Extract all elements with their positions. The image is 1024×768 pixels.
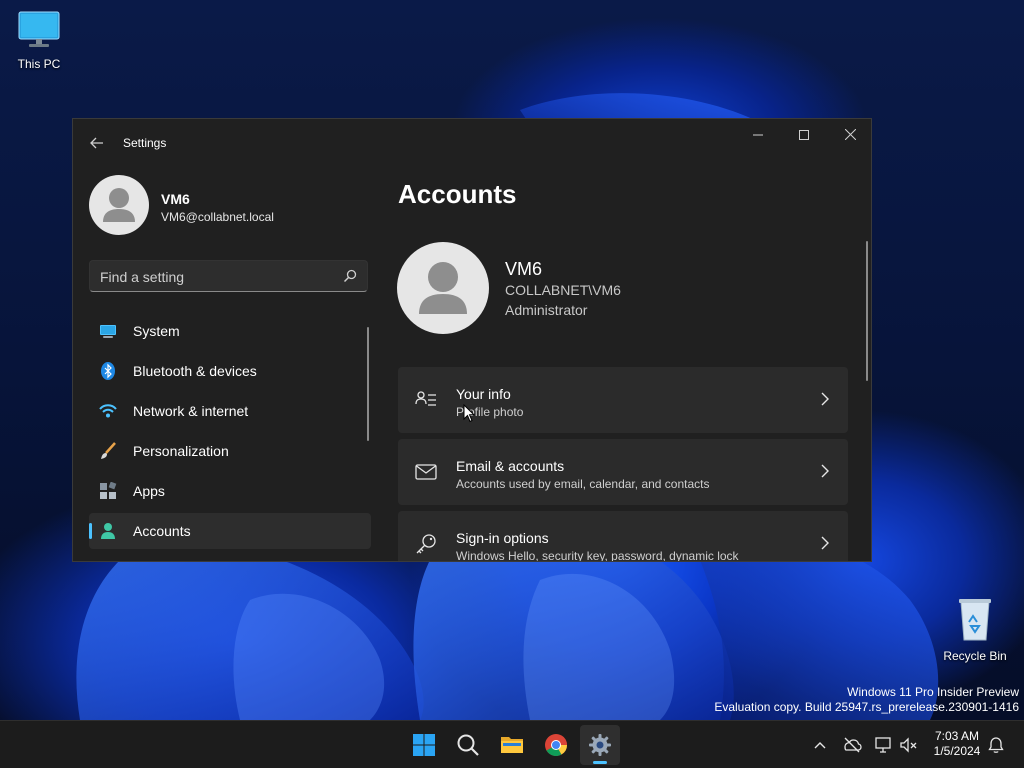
user-placeholder-icon [103, 188, 135, 222]
nav-scrollbar[interactable] [367, 327, 369, 441]
folder-icon [501, 737, 523, 753]
maximize-icon [799, 129, 809, 140]
start-button[interactable] [404, 725, 444, 765]
bluetooth-icon [101, 362, 115, 380]
system-clock[interactable]: 7:03 AM 1/5/2024 [926, 729, 988, 759]
clock-date: 1/5/2024 [933, 744, 981, 758]
nav-item-network-internet[interactable]: Network & internet [89, 393, 371, 429]
chrome-icon [545, 734, 567, 756]
notification-bell-icon[interactable] [986, 735, 1006, 755]
chevron-right-icon [821, 392, 829, 406]
minimize-button[interactable] [735, 119, 781, 151]
desktop-icon-this-pc[interactable]: This PC [1, 10, 77, 71]
nav-item-label: Apps [133, 483, 165, 499]
nav-item-label: Network & internet [133, 403, 249, 419]
settings-search-box[interactable] [89, 260, 368, 292]
watermark-line-2: Evaluation copy. Build 25947.rs_prerelea… [714, 700, 1019, 714]
close-button[interactable] [827, 119, 871, 151]
desktop-icon-label: This PC [17, 57, 61, 71]
close-icon [844, 128, 856, 141]
nav-item-label: System [133, 323, 180, 339]
nav-item-bluetooth-devices[interactable]: Bluetooth & devices [89, 353, 371, 389]
nav-item-system[interactable]: System [89, 313, 371, 349]
gear-icon [589, 734, 611, 756]
network-icon[interactable] [873, 735, 893, 755]
mouse-cursor-icon [463, 404, 475, 423]
monitor-icon [18, 11, 60, 47]
card-subtitle: Windows Hello, security key, password, d… [456, 549, 739, 562]
card-title: Email & accounts [456, 458, 565, 474]
volume-muted-icon[interactable] [899, 735, 919, 755]
content-scrollbar[interactable] [866, 241, 868, 381]
desktop-icon-label: Recycle Bin [943, 649, 1007, 663]
profile-avatar[interactable] [89, 175, 149, 235]
account-domain: COLLABNET\VM6 [505, 282, 621, 298]
recycle-bin-icon [959, 599, 991, 641]
nav-item-label: Bluetooth & devices [133, 363, 257, 379]
user-placeholder-icon [419, 262, 467, 314]
card-email-accounts[interactable]: Email & accounts Accounts used by email,… [398, 439, 848, 505]
windows-start-icon [413, 734, 435, 756]
desktop-icon-recycle-bin[interactable]: Recycle Bin [937, 596, 1013, 663]
onedrive-offline-icon[interactable] [842, 735, 862, 755]
mail-icon [415, 464, 437, 480]
window-title: Settings [123, 136, 167, 150]
accounts-icon [101, 523, 115, 539]
account-name: VM6 [505, 259, 543, 279]
wifi-icon [99, 404, 117, 418]
person-info-icon [415, 391, 436, 406]
profile-email: VM6@collabnet.local [161, 210, 274, 224]
settings-taskbar-button[interactable] [580, 725, 620, 765]
taskbar-search-button[interactable] [448, 725, 488, 765]
brush-icon [101, 442, 116, 459]
active-indicator [89, 523, 92, 539]
settings-nav: System Bluetooth & devices Network & int… [89, 313, 371, 553]
maximize-button[interactable] [781, 119, 827, 151]
running-indicator [593, 761, 607, 764]
nav-item-accounts[interactable]: Accounts [89, 513, 371, 549]
chevron-up-icon[interactable] [810, 735, 830, 755]
nav-item-personalization[interactable]: Personalization [89, 433, 371, 469]
file-explorer-button[interactable] [492, 725, 532, 765]
nav-item-label: Personalization [133, 443, 229, 459]
search-input[interactable] [100, 267, 330, 287]
card-title: Your info [456, 386, 511, 402]
minimize-icon [753, 134, 763, 136]
account-avatar[interactable] [397, 242, 489, 334]
watermark-line-1: Windows 11 Pro Insider Preview [847, 685, 1019, 699]
chrome-button[interactable] [536, 725, 576, 765]
nav-item-apps[interactable]: Apps [89, 473, 371, 509]
apps-icon [100, 482, 117, 499]
account-role: Administrator [505, 302, 588, 318]
page-title: Accounts [398, 179, 517, 209]
chevron-right-icon [821, 536, 829, 550]
card-subtitle: Accounts used by email, calendar, and co… [456, 477, 710, 491]
key-icon [416, 534, 436, 554]
profile-name: VM6 [161, 191, 190, 207]
settings-window: Settings VM6 VM6@collabnet.local Find a … [72, 118, 872, 562]
search-icon[interactable] [343, 269, 357, 283]
chevron-right-icon [821, 464, 829, 478]
card-title: Sign-in options [456, 530, 549, 546]
back-arrow-icon [90, 137, 103, 149]
card-sign-in-options[interactable]: Sign-in options Windows Hello, security … [398, 511, 848, 562]
title-bar[interactable]: Settings [73, 119, 871, 165]
nav-item-label: Accounts [133, 523, 191, 539]
clock-time: 7:03 AM [934, 729, 980, 743]
taskbar: 7:03 AM 1/5/2024 [0, 720, 1024, 768]
back-button[interactable] [85, 131, 109, 155]
system-icon [100, 325, 116, 338]
evaluation-watermark: Windows 11 Pro Insider Preview Evaluatio… [714, 685, 1019, 715]
search-icon [457, 734, 479, 756]
card-your-info[interactable]: Your info Profile photo [398, 367, 848, 433]
